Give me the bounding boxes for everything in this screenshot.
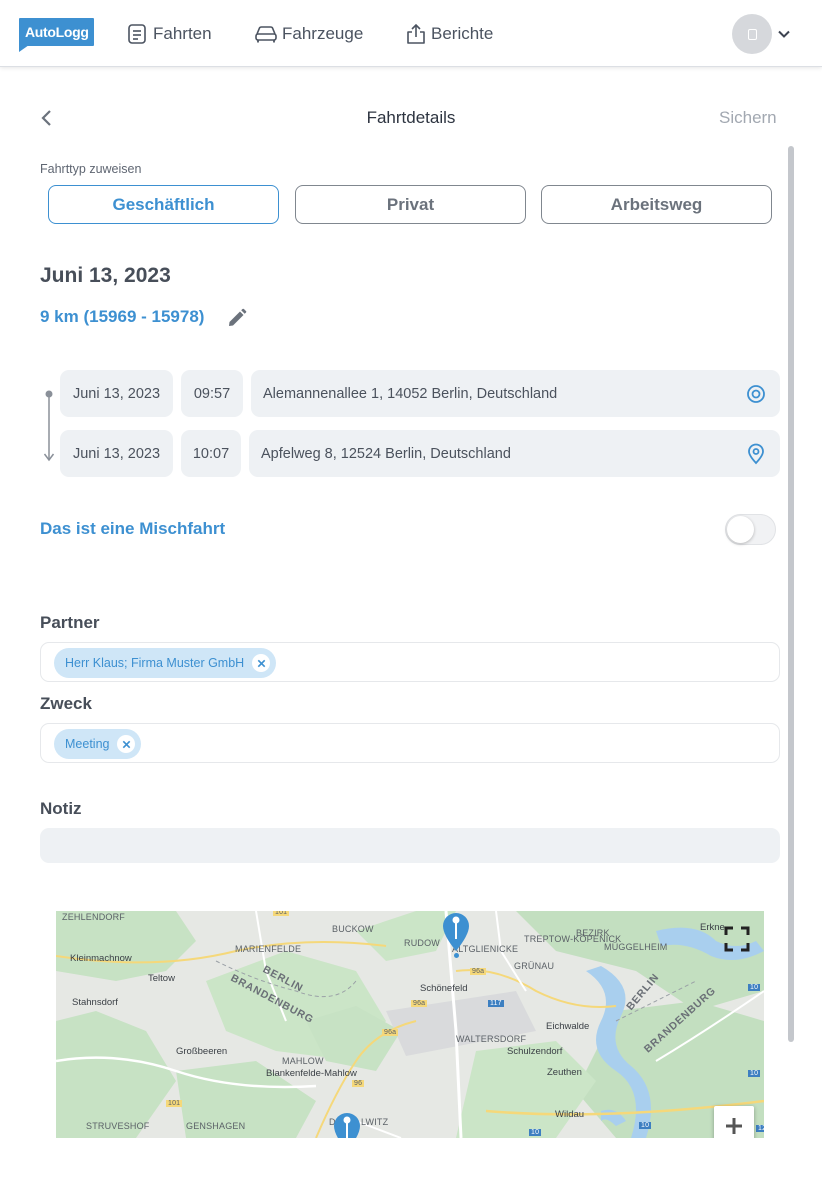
partner-tag: Herr Klaus; Firma Muster GmbH: [54, 648, 277, 678]
map-label: Schulzendorf: [507, 1046, 563, 1057]
toggle-knob: [727, 516, 754, 543]
road-shield: 101: [273, 911, 290, 916]
nav-fahrten-label: Fahrten: [153, 24, 212, 43]
user-icon: [747, 28, 757, 40]
map-label: Eichwalde: [546, 1021, 590, 1032]
start-point-dot: [454, 953, 459, 958]
document-icon: [128, 24, 146, 44]
map-label: Großbeeren: [176, 1046, 228, 1057]
map-label: Erkne: [700, 922, 725, 933]
note-label: Notiz: [40, 799, 82, 818]
start-address-text: Alemannenallee 1, 14052 Berlin, Deutschl…: [263, 385, 558, 402]
page-title: Fahrtdetails: [366, 108, 456, 127]
partner-tag-field[interactable]: Herr Klaus; Firma Muster GmbH: [40, 642, 780, 682]
map-label: Teltow: [148, 973, 175, 984]
start-date-field[interactable]: Juni 13, 2023: [60, 370, 173, 417]
nav-fahrzeuge-label: Fahrzeuge: [282, 24, 364, 43]
nav-fahrzeuge[interactable]: Fahrzeuge: [254, 20, 363, 48]
end-address-field[interactable]: Apfelweg 8, 12524 Berlin, Deutschland: [249, 430, 780, 477]
road-shield: 96a: [382, 1029, 399, 1036]
map-label: RUDOW: [404, 938, 440, 948]
start-address-field[interactable]: Alemannenallee 1, 14052 Berlin, Deutschl…: [251, 370, 780, 417]
start-time-field[interactable]: 09:57: [181, 370, 243, 417]
map-label: GRÜNAU: [514, 961, 555, 971]
map-label: WALTERSDORF: [456, 1034, 527, 1044]
map-label: ZEHLENDORF: [62, 912, 126, 922]
map-pin-icon[interactable]: [746, 443, 766, 465]
map-label: Wildau: [555, 1109, 585, 1120]
road-shield: 117: [488, 1000, 504, 1007]
map-label: LWITZ: [361, 1117, 389, 1127]
trip-distance: 9 km (15969 - 15978): [40, 307, 205, 326]
road-shield: 96: [352, 1080, 365, 1087]
partner-label: Partner: [40, 613, 100, 632]
close-icon: [122, 740, 131, 748]
end-date-field[interactable]: Juni 13, 2023: [60, 430, 173, 477]
autologg-logo[interactable]: AutoLogg: [19, 18, 94, 52]
top-navigation-bar: AutoLogg Fahrten Fahrzeuge Berichte: [0, 0, 822, 67]
nav-berichte[interactable]: Berichte: [405, 20, 493, 48]
nav-fahrten[interactable]: Fahrten: [127, 20, 212, 48]
road-shield: 96a: [411, 1000, 428, 1007]
map-label: BUCKOW: [332, 924, 374, 934]
nav-berichte-label: Berichte: [431, 24, 494, 43]
purpose-tag-text: Meeting: [65, 737, 110, 751]
plus-icon: [726, 1118, 742, 1134]
route-connector-icon: [43, 390, 55, 462]
map-label: Blankenfelde-Mahlow: [266, 1068, 357, 1079]
purpose-label: Zweck: [40, 694, 92, 713]
partner-tag-text: Herr Klaus; Firma Muster GmbH: [65, 656, 245, 670]
zoom-in-button[interactable]: [714, 1106, 754, 1138]
map-label: STRUVESHOF: [86, 1121, 150, 1131]
road-shield: 10: [748, 1070, 761, 1077]
map-label: MAHLOW: [282, 1056, 324, 1066]
road-shield: 12: [756, 1125, 764, 1132]
road-shield: 101: [166, 1100, 183, 1107]
scrollbar[interactable]: [788, 146, 794, 1042]
map-label: Kleinmachnow: [70, 953, 132, 964]
fullscreen-icon[interactable]: [724, 926, 750, 952]
avatar[interactable]: [732, 14, 772, 54]
road-shield: 10: [529, 1129, 542, 1136]
trip-type-commute-button[interactable]: Arbeitsweg: [541, 185, 772, 224]
trip-type-label: Fahrttyp zuweisen: [40, 162, 142, 176]
note-input[interactable]: [40, 828, 780, 863]
end-map-pin-icon[interactable]: [332, 1111, 362, 1138]
start-map-pin-icon[interactable]: [441, 911, 471, 953]
route-map[interactable]: ZEHLENDORF Kleinmachnow MARIENFELDE BUCK…: [56, 911, 764, 1138]
end-time-field[interactable]: 10:07: [181, 430, 241, 477]
save-button[interactable]: Sichern: [719, 108, 777, 128]
trip-date-heading: Juni 13, 2023: [40, 264, 171, 287]
logo-text: AutoLogg: [25, 24, 89, 40]
map-label: MÜGGELHEIM: [604, 942, 668, 952]
purpose-tag-field[interactable]: Meeting: [40, 723, 780, 763]
end-address-text: Apfelweg 8, 12524 Berlin, Deutschland: [261, 445, 511, 462]
remove-tag-button[interactable]: [252, 654, 271, 672]
map-label: MARIENFELDE: [235, 944, 302, 954]
share-icon: [407, 23, 425, 44]
road-shield: 10: [639, 1122, 652, 1129]
close-icon: [257, 659, 265, 667]
chevron-down-icon[interactable]: [776, 26, 792, 42]
road-shield: 10: [748, 984, 761, 991]
target-location-icon[interactable]: [746, 383, 766, 405]
mixed-trip-toggle[interactable]: [725, 514, 776, 545]
pencil-icon[interactable]: [226, 307, 248, 329]
purpose-tag: Meeting: [54, 729, 142, 759]
map-label: Zeuthen: [547, 1067, 582, 1078]
map-label: GENSHAGEN: [186, 1121, 246, 1131]
trip-type-private-button[interactable]: Privat: [295, 185, 526, 224]
trip-type-business-button[interactable]: Geschäftlich: [48, 185, 279, 224]
map-label: Stahnsdorf: [72, 997, 118, 1008]
remove-tag-button[interactable]: [117, 735, 136, 753]
road-shield: 96a: [470, 968, 487, 975]
car-icon: [255, 26, 277, 43]
map-label: Schönefeld: [420, 983, 468, 994]
mixed-trip-label: Das ist eine Mischfahrt: [40, 519, 226, 538]
